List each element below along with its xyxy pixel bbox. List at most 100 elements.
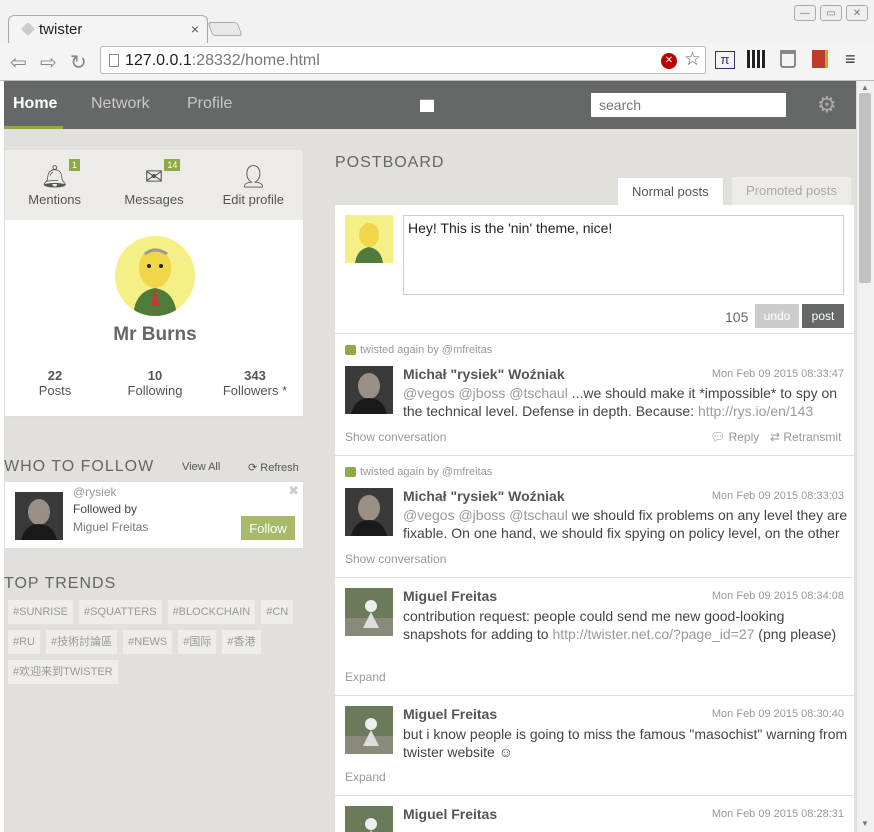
retransmit-action[interactable]: ⇄ Retransmit — [770, 430, 841, 444]
show-conversation-link[interactable]: Show conversation — [345, 552, 446, 566]
post-author[interactable]: Michał "rysiek" Woźniak — [403, 488, 565, 504]
post-author[interactable]: Miguel Freitas — [403, 806, 497, 822]
post-link[interactable]: http://rys.io/en/143 — [698, 403, 813, 419]
post-author[interactable]: Michał "rysiek" Woźniak — [403, 366, 565, 382]
retwist-icon — [345, 467, 356, 478]
trash-icon[interactable] — [780, 50, 796, 68]
nav-network[interactable]: Network — [91, 95, 150, 113]
trend-tag[interactable]: #SUNRISE — [8, 600, 74, 624]
post-avatar[interactable] — [345, 588, 393, 636]
profile-actions: 🔔︎ 1 Mentions ✉ 14 Messages 👤︎ Edit prof… — [5, 150, 303, 220]
profile-stats: 22 Posts 10 Following 343 Followers * — [5, 368, 305, 398]
post-time[interactable]: Mon Feb 09 2015 08:33:03 — [712, 490, 844, 502]
follow-button[interactable]: Follow — [241, 516, 295, 540]
qr-code-icon[interactable] — [747, 50, 765, 68]
post-item[interactable]: twisted again by @mfreitas Michał "rysie… — [335, 456, 854, 578]
expand-link[interactable]: Expand — [345, 770, 386, 784]
followed-by-name[interactable]: Miguel Freitas — [73, 520, 148, 534]
browser-tab[interactable]: twister × — [8, 15, 208, 43]
who-to-follow-card: @rysiek Followed by Miguel Freitas ✖ Fol… — [4, 481, 304, 549]
post-time[interactable]: Mon Feb 09 2015 08:30:40 — [712, 708, 844, 720]
blocked-icon[interactable]: ✕ — [661, 53, 677, 69]
expand-link[interactable]: Expand — [345, 670, 386, 684]
posts-stat[interactable]: 22 Posts — [5, 368, 105, 398]
undo-button[interactable]: undo — [755, 304, 799, 328]
close-tab-icon[interactable]: × — [191, 21, 199, 37]
post-item[interactable]: twisted again by @mfreitas Michał "rysie… — [335, 334, 854, 456]
trend-tag[interactable]: #香港 — [222, 630, 261, 654]
user-icon: 👤︎ — [239, 164, 268, 189]
filter-icon[interactable]: ▬ ▬ ▬ — [420, 92, 438, 114]
scrollbar-thumb[interactable] — [859, 93, 871, 283]
scroll-down-icon[interactable]: ▼ — [861, 819, 869, 828]
trend-tag[interactable]: #CN — [261, 600, 294, 624]
tab-normal-posts[interactable]: Normal posts — [617, 177, 724, 205]
page-scrollbar[interactable]: ▲ ▼ — [856, 81, 874, 832]
settings-gear-icon[interactable]: ⚙ — [817, 92, 837, 118]
post-item[interactable]: Miguel Freitas Mon Feb 09 2015 08:34:08 … — [335, 578, 854, 696]
following-stat[interactable]: 10 Following — [105, 368, 205, 398]
edit-profile-button[interactable]: 👤︎ Edit profile — [204, 150, 303, 220]
post-time[interactable]: Mon Feb 09 2015 08:34:08 — [712, 590, 844, 602]
trend-tag[interactable]: #NEWS — [123, 630, 173, 654]
bell-icon: 🔔︎ — [40, 164, 69, 189]
post-avatar[interactable] — [345, 806, 393, 832]
messages-button[interactable]: ✉ 14 Messages — [104, 150, 203, 220]
reload-icon[interactable]: ↻ — [70, 50, 87, 75]
post-item[interactable]: Miguel Freitas Mon Feb 09 2015 08:28:31 — [335, 796, 854, 832]
bookmark-star-icon[interactable]: ☆ — [684, 48, 701, 71]
post-item[interactable]: Miguel Freitas Mon Feb 09 2015 08:30:40 … — [335, 696, 854, 796]
compose-box: Hey! This is the 'nin' theme, nice! 105 … — [335, 205, 854, 334]
my-avatar — [345, 215, 393, 263]
post-avatar[interactable] — [345, 488, 393, 536]
following-count: 10 — [147, 368, 163, 383]
forward-icon[interactable]: ⇨ — [40, 50, 57, 75]
close-window-icon[interactable]: ✕ — [846, 5, 868, 21]
tab-promoted-posts[interactable]: Promoted posts — [732, 177, 852, 205]
maximize-icon[interactable]: ▭ — [820, 5, 842, 21]
post-author[interactable]: Miguel Freitas — [403, 588, 497, 604]
trend-tag[interactable]: #欢迎来到TWISTER — [8, 660, 118, 684]
trend-tag[interactable]: #技術討論區 — [46, 630, 118, 654]
followers-stat[interactable]: 343 Followers * — [205, 368, 305, 398]
post-time[interactable]: Mon Feb 09 2015 08:28:31 — [712, 808, 844, 820]
nav-home[interactable]: Home — [4, 81, 63, 129]
messages-label: Messages — [124, 192, 184, 207]
post-mentions[interactable]: @vegos @jboss @tschaul — [403, 385, 568, 401]
post-author[interactable]: Miguel Freitas — [403, 706, 497, 722]
search-input[interactable] — [591, 93, 786, 117]
profile-name[interactable]: Mr Burns — [5, 324, 305, 346]
mentions-button[interactable]: 🔔︎ 1 Mentions — [5, 150, 104, 220]
mentions-label: Mentions — [28, 192, 82, 207]
post-link[interactable]: http://twister.net.co/?page_id=27 — [552, 626, 754, 642]
dismiss-icon[interactable]: ✖ — [288, 483, 299, 499]
reply-action[interactable]: 💬︎ Reply — [710, 430, 759, 444]
profile-avatar[interactable] — [115, 236, 195, 316]
show-conversation-link[interactable]: Show conversation — [345, 430, 446, 444]
address-bar[interactable]: 127.0.0.1:28332/home.html ✕ ☆ — [100, 46, 706, 74]
post-button[interactable]: post — [802, 304, 844, 328]
trend-tag[interactable]: #BLOCKCHAIN — [167, 600, 256, 624]
post-time[interactable]: Mon Feb 09 2015 08:33:47 — [712, 368, 844, 380]
menu-icon[interactable]: ≡ — [845, 49, 856, 70]
suggested-user-avatar[interactable] — [15, 492, 63, 540]
minimize-icon[interactable]: — — [794, 5, 816, 21]
nav-profile[interactable]: Profile — [187, 95, 232, 113]
refresh-link[interactable]: ⟳ Refresh — [248, 461, 299, 474]
suggested-username[interactable]: @rysiek — [73, 485, 117, 499]
post-text: contribution request: people could send … — [403, 607, 848, 661]
back-icon[interactable]: ⇦ — [10, 50, 27, 75]
post-body-end: (png please) — [754, 626, 837, 642]
scroll-up-icon[interactable]: ▲ — [861, 83, 869, 92]
post-avatar[interactable] — [345, 366, 393, 414]
new-tab-button[interactable] — [207, 22, 243, 36]
trend-tag[interactable]: #国际 — [178, 630, 217, 654]
view-all-link[interactable]: View All — [182, 461, 220, 473]
trend-tag[interactable]: #SQUATTERS — [79, 600, 162, 624]
trend-tag[interactable]: #RU — [8, 630, 41, 654]
pi-extension-icon[interactable]: π — [715, 51, 735, 69]
compose-textarea[interactable]: Hey! This is the 'nin' theme, nice! — [403, 215, 844, 295]
book-extension-icon[interactable] — [812, 50, 828, 68]
post-avatar[interactable] — [345, 706, 393, 754]
post-mentions[interactable]: @vegos @jboss @tschaul — [403, 507, 568, 523]
